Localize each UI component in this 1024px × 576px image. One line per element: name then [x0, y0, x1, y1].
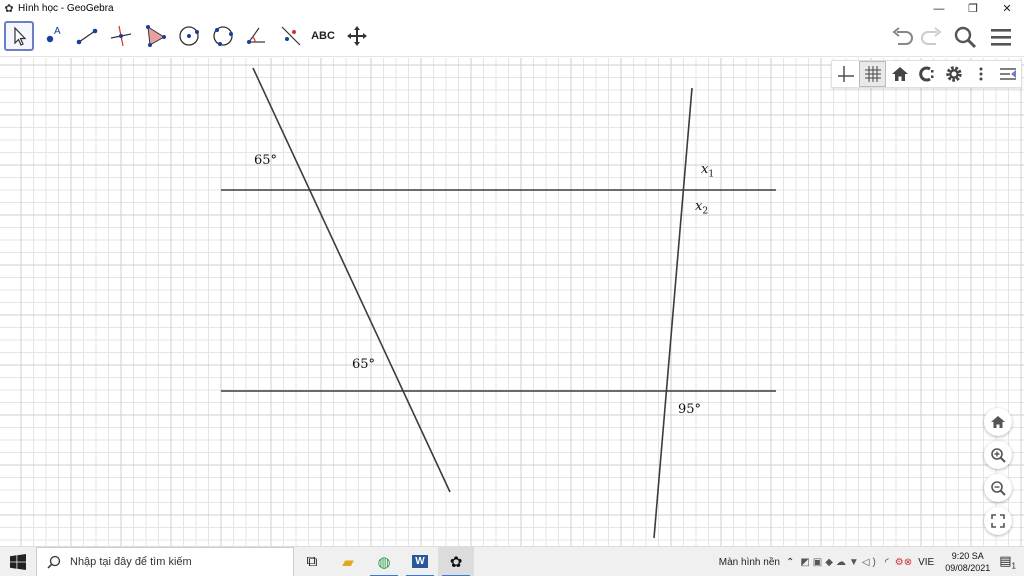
reflect-tool-icon — [281, 26, 301, 46]
settings-icon — [945, 66, 962, 82]
circle-center-point-tool-icon — [179, 26, 199, 46]
polygon-tool-icon — [146, 25, 166, 47]
point-tool-icon: A — [46, 26, 61, 43]
redo-icon — [921, 27, 942, 45]
standard-view-button[interactable] — [886, 61, 913, 87]
geogebra-icon: ✿ — [449, 553, 463, 571]
label-x2: x2 — [695, 199, 709, 217]
zoom-out-button[interactable] — [984, 474, 1012, 502]
transversal-left[interactable] — [252, 67, 451, 493]
search-button[interactable] — [950, 23, 980, 51]
text-tool-button[interactable]: ABC — [308, 21, 338, 51]
geogebra-taskbar-button[interactable]: ✿ — [438, 546, 474, 576]
windows-logo-icon — [10, 553, 26, 570]
polygon-tool-button[interactable] — [140, 21, 170, 51]
task-view-icon: ⧉ — [306, 553, 318, 570]
more-options-button[interactable] — [967, 61, 994, 87]
taskbar-search-placeholder: Nhập tại đây để tìm kiếm — [70, 555, 192, 568]
clock-time: 9:20 SA — [951, 551, 984, 561]
angle-tool-button[interactable] — [242, 21, 272, 51]
toggle-grid-button[interactable] — [859, 61, 886, 87]
word-icon: W — [412, 555, 428, 568]
circle-three-points-tool-icon — [213, 26, 233, 46]
angle-label-bottom-right: 95° — [678, 402, 702, 417]
file-explorer-button[interactable]: ▰ — [330, 547, 366, 576]
word-button[interactable]: W — [402, 547, 438, 576]
point-tool-button[interactable]: A — [38, 21, 68, 51]
home-icon — [891, 67, 908, 81]
notification-center-icon[interactable]: ▤1 — [999, 553, 1016, 571]
perpendicular-line-tool-button[interactable] — [106, 21, 136, 51]
toggle-axes-button[interactable] — [832, 61, 859, 87]
segment-tool-button[interactable] — [72, 21, 102, 51]
svg-text:A: A — [54, 26, 61, 37]
fullscreen-button[interactable] — [984, 507, 1012, 535]
angle-label-top-left: 65° — [254, 153, 278, 168]
taskbar-search-box[interactable]: Nhập tại đây để tìm kiếm — [36, 546, 294, 576]
grid-minor — [0, 58, 1024, 546]
move-tool-button[interactable] — [4, 21, 34, 51]
zoom-in-button[interactable] — [984, 441, 1012, 469]
toolbar: A ABC — [0, 17, 1024, 57]
search-icon — [47, 555, 61, 569]
move-tool-icon — [14, 26, 27, 46]
circle-three-points-tool-button[interactable] — [208, 21, 238, 51]
more-icon — [979, 67, 982, 81]
file-explorer-icon: ▰ — [342, 553, 354, 571]
system-tray: Màn hình nền ⌃ ◩▣◆☁▼◁) ◜ ⚙⊗ VIE 9:20 SA … — [716, 547, 1024, 576]
start-button[interactable] — [0, 547, 36, 576]
home-view-icon — [991, 416, 1005, 428]
home-view-button[interactable] — [984, 408, 1012, 436]
minimize-button[interactable]: — — [922, 0, 956, 17]
zoom-in-icon — [991, 448, 1006, 463]
window-title: Hình học - GeoGebra — [18, 3, 114, 14]
point-capturing-button[interactable] — [913, 61, 940, 87]
clock[interactable]: 9:20 SA 09/08/2021 — [945, 550, 990, 574]
notification-count: 1 — [1011, 561, 1016, 571]
graphics-settings-button[interactable] — [940, 61, 967, 87]
zoom-out-icon — [991, 481, 1006, 496]
geogebra-app-icon: ✿ — [4, 3, 14, 15]
toggle-style-bar-button[interactable] — [994, 61, 1021, 87]
desktop-label[interactable]: Màn hình nền — [719, 557, 780, 568]
title-bar: ✿ Hình học - GeoGebra — ❐ ✕ — [0, 0, 1024, 17]
toggle-style-bar-icon — [999, 68, 1016, 80]
geogebra-window: ✿ Hình học - GeoGebra — ❐ ✕ A ABC 65° 65… — [0, 0, 1024, 576]
fullscreen-icon — [991, 514, 1005, 528]
clock-date: 09/08/2021 — [945, 563, 991, 573]
network-icon[interactable]: ◜ — [885, 557, 889, 568]
task-view-button[interactable]: ⧉ — [294, 547, 330, 576]
move-graphics-view-tool-icon — [347, 26, 367, 46]
undo-icon — [892, 27, 913, 45]
perpendicular-line-tool-icon — [110, 25, 132, 47]
search-icon — [954, 26, 977, 49]
label-x1: x1 — [701, 162, 715, 180]
redo-button[interactable] — [916, 23, 946, 51]
segment-tool-icon — [76, 28, 98, 45]
chrome-icon: ◍ — [377, 553, 391, 571]
transversal-right[interactable] — [653, 87, 693, 539]
grid-icon — [864, 66, 881, 82]
graphics-style-bar — [831, 60, 1022, 88]
angle-label-bottom-left: 65° — [352, 357, 376, 372]
restore-button[interactable]: ❐ — [956, 0, 990, 17]
tray-app-icons[interactable]: ◩▣◆☁▼◁) — [800, 557, 879, 568]
menu-icon — [991, 29, 1011, 46]
chevron-up-icon[interactable]: ⌃ — [786, 557, 794, 568]
undo-button[interactable] — [888, 23, 918, 51]
tray-misc-icons[interactable]: ⚙⊗ — [895, 557, 912, 568]
axes-icon — [837, 66, 854, 82]
reflect-tool-button[interactable] — [276, 21, 306, 51]
circle-center-point-tool-button[interactable] — [174, 21, 204, 51]
graphics-view[interactable]: 65° 65° 95° x1 x2 — [0, 58, 1024, 546]
chrome-button[interactable]: ◍ — [366, 547, 402, 576]
point-capturing-icon — [918, 66, 933, 82]
graphics-canvas[interactable] — [0, 58, 1024, 546]
angle-tool-icon — [247, 27, 265, 44]
language-indicator[interactable]: VIE — [918, 557, 934, 568]
close-button[interactable]: ✕ — [990, 0, 1024, 17]
main-menu-button[interactable] — [986, 23, 1016, 51]
windows-taskbar: Nhập tại đây để tìm kiếm ⧉ ▰ ◍ W ✿ Màn h… — [0, 546, 1024, 576]
move-graphics-view-tool-button[interactable] — [342, 21, 372, 51]
